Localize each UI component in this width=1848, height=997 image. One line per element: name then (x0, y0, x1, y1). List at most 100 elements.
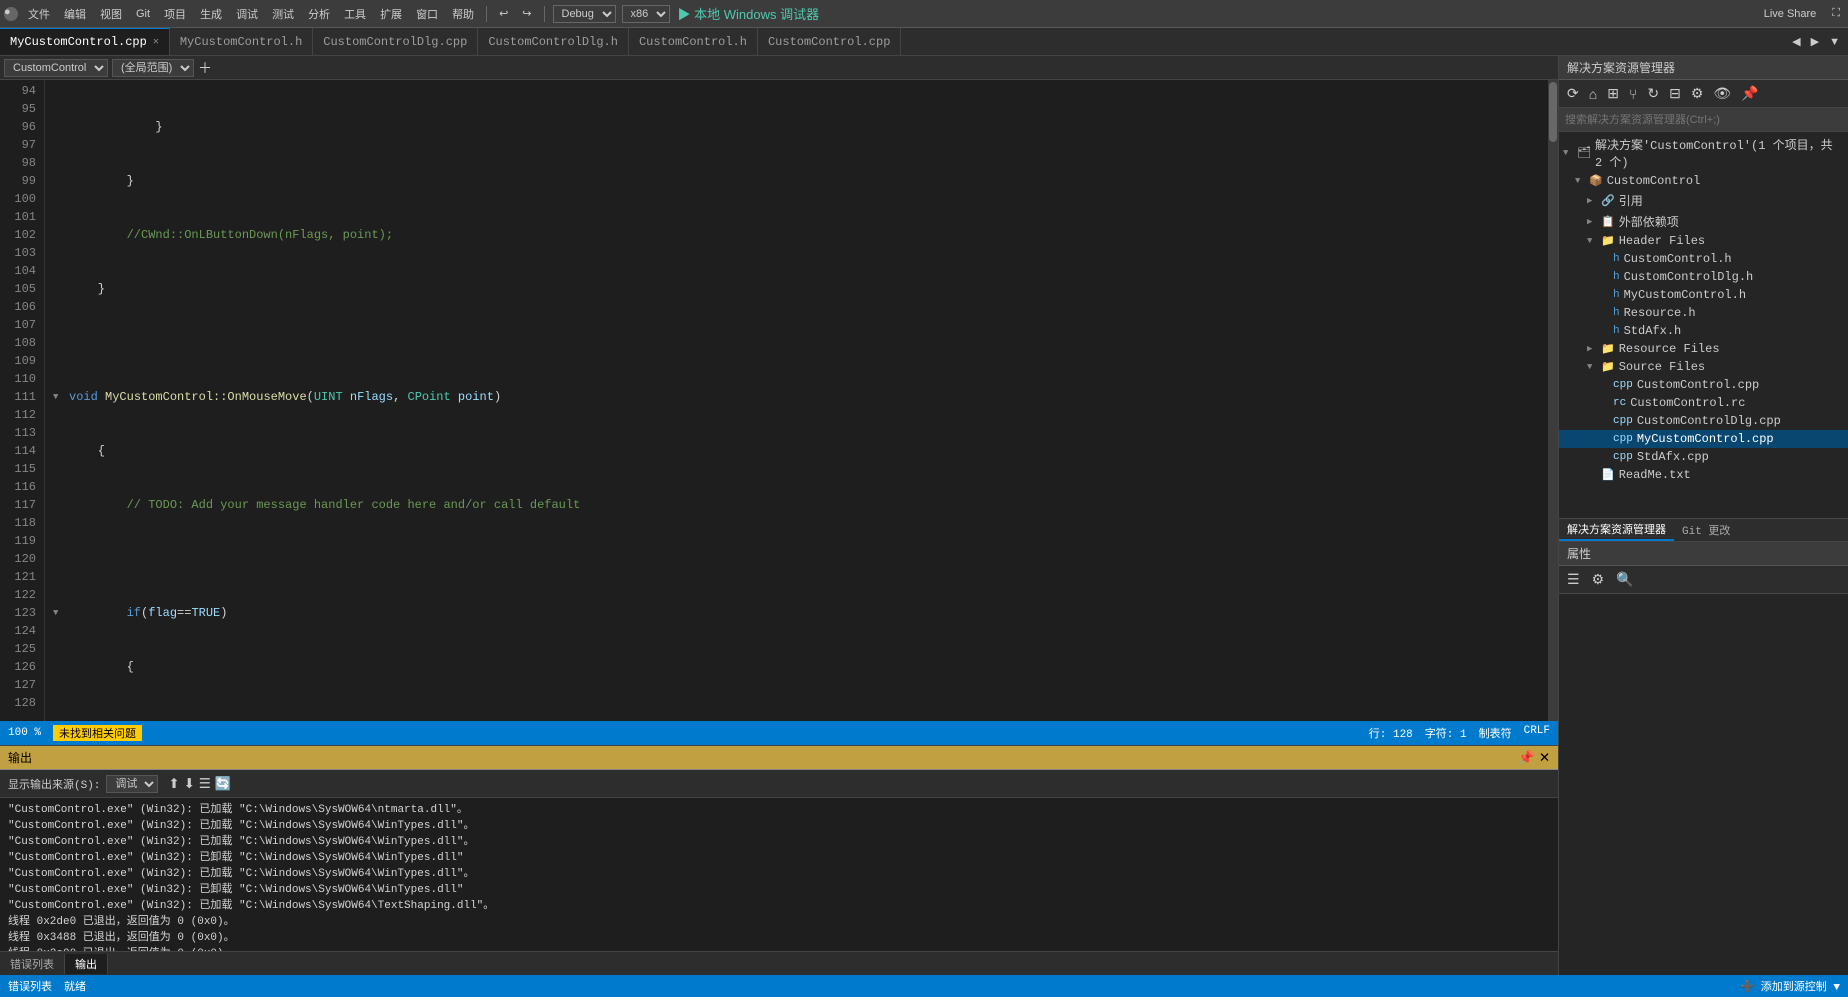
tree-item-header-files[interactable]: ▼ 📁 Header Files (1559, 232, 1848, 250)
output-tool-btn4[interactable]: 🔄 (215, 776, 232, 792)
tree-item-resource-files[interactable]: ▶ 📁 Resource Files (1559, 340, 1848, 358)
sidebar-search-input[interactable] (1565, 114, 1842, 126)
tree-item-readme[interactable]: 📄 ReadMe.txt (1559, 466, 1848, 484)
help-menu[interactable]: 帮助 (448, 5, 478, 23)
project-menu[interactable]: 项目 (160, 5, 190, 23)
tree-item-stdafx-h[interactable]: h StdAfx.h (1559, 322, 1848, 340)
tree-item-customcontrol-rc[interactable]: rc CustomControl.rc (1559, 394, 1848, 412)
code-content[interactable]: } } //CWnd::OnLButtonDown(nFlags, point)… (45, 80, 1548, 721)
sb-home-btn[interactable]: ⌂ (1585, 84, 1601, 104)
tab-mycustomcontrol-cpp[interactable]: MyCustomControl.cpp ✕ (0, 28, 170, 55)
tree-item-mycustomcontrol-h[interactable]: h MyCustomControl.h (1559, 286, 1848, 304)
maximize-btn[interactable]: ⛶ (1828, 6, 1844, 21)
output-close-btn[interactable]: ✕ (1539, 750, 1550, 766)
tab-error-list[interactable]: 错误列表 (0, 954, 65, 974)
file-label: CustomControl.h (1624, 252, 1732, 266)
code-line (53, 334, 1548, 352)
tree-item-customcontroldlg-h[interactable]: h CustomControlDlg.h (1559, 268, 1848, 286)
edit-menu[interactable]: 编辑 (60, 5, 90, 23)
tree-item-source-files[interactable]: ▼ 📁 Source Files (1559, 358, 1848, 376)
sidebar-title: 解决方案资源管理器 (1559, 56, 1848, 80)
code-line: //CWnd::OnLButtonDown(nFlags, point); (53, 226, 1548, 244)
code-line: } (53, 280, 1548, 298)
class-select[interactable]: CustomControl (4, 59, 108, 77)
output-tool-btn2[interactable]: ⬇ (184, 776, 195, 792)
sb-collapse-btn[interactable]: ⊟ (1665, 83, 1685, 104)
tab-close-mycustomcontrol-cpp[interactable]: ✕ (153, 36, 159, 48)
live-share-btn[interactable]: Live Share (1760, 7, 1821, 21)
file-menu[interactable]: 文件 (24, 5, 54, 23)
tab-customcontroldlg-h[interactable]: CustomControlDlg.h (478, 28, 629, 55)
output-source-select[interactable]: 调试 (106, 775, 158, 793)
file-label: CustomControl.rc (1630, 396, 1745, 410)
redo-btn[interactable]: ↪ (518, 6, 535, 21)
props-btn1[interactable]: ☰ (1563, 569, 1584, 590)
tab-scroll-right[interactable]: ▶ (1807, 34, 1823, 49)
debug-menu[interactable]: 调试 (232, 5, 262, 23)
ref-icon: 🔗 (1601, 194, 1615, 208)
sb-filter-btn[interactable]: ⊞ (1603, 83, 1623, 104)
tree-item-resource-h[interactable]: h Resource.h (1559, 304, 1848, 322)
test-menu[interactable]: 测试 (268, 5, 298, 23)
editor-scrollbar[interactable] (1548, 80, 1558, 721)
sb-git-btn[interactable]: ⑂ (1625, 84, 1641, 104)
tab-list-btn[interactable]: ▼ (1825, 35, 1844, 49)
hdr-icon: 📁 (1601, 234, 1615, 248)
tree-item-customcontrol-cpp[interactable]: cpp CustomControl.cpp (1559, 376, 1848, 394)
extensions-menu[interactable]: 扩展 (376, 5, 406, 23)
tree-item-stdafx-cpp[interactable]: cpp StdAfx.cpp (1559, 448, 1848, 466)
props-btn2[interactable]: ⚙ (1588, 569, 1609, 590)
sb-view-btn[interactable]: 👁 (1709, 83, 1735, 104)
tree-item-customcontrol-h[interactable]: h CustomControl.h (1559, 250, 1848, 268)
scope-select[interactable]: (全局范围) (112, 59, 194, 77)
res-arrow: ▶ (1587, 344, 1597, 354)
props-btn3[interactable]: 🔍 (1612, 569, 1637, 590)
tab-label: MyCustomControl.cpp (10, 35, 147, 49)
solution-tree: ▼ 🗂 解决方案'CustomControl'(1 个项目，共 2 个) ▼ 📦… (1559, 132, 1848, 518)
tab-customcontroldlg-cpp[interactable]: CustomControlDlg.cpp (313, 28, 478, 55)
tree-item-solution[interactable]: ▼ 🗂 解决方案'CustomControl'(1 个项目，共 2 个) (1559, 134, 1848, 172)
output-tool-btn1[interactable]: ⬆ (168, 776, 179, 792)
tree-item-references[interactable]: ▶ 🔗 引用 (1559, 190, 1848, 211)
tree-item-project[interactable]: ▼ 📦 CustomControl (1559, 172, 1848, 190)
build-menu[interactable]: 生成 (196, 5, 226, 23)
sidebar-search-bar (1559, 108, 1848, 132)
tree-item-mycustomcontrol-cpp[interactable]: cpp MyCustomControl.cpp (1559, 430, 1848, 448)
sb-pin-btn[interactable]: 📌 (1737, 83, 1762, 104)
git-menu[interactable]: Git (132, 7, 154, 21)
add-scope-btn[interactable]: ＋ (198, 58, 212, 78)
undo-btn[interactable]: ↩ (495, 6, 512, 21)
tab-solution-explorer[interactable]: 解决方案资源管理器 (1559, 519, 1674, 541)
window-menu[interactable]: 窗口 (412, 5, 442, 23)
sb-refresh-btn[interactable]: ↻ (1643, 83, 1663, 104)
tab-git-changes[interactable]: Git 更改 (1674, 520, 1738, 540)
output-line: "CustomControl.exe" (Win32): 已卸载 "C:\Win… (8, 882, 1550, 898)
tab-output[interactable]: 输出 (65, 954, 108, 974)
output-pin-btn[interactable]: 📌 (1518, 750, 1535, 766)
tree-item-customcontroldlg-cpp[interactable]: cpp CustomControlDlg.cpp (1559, 412, 1848, 430)
properties-area (1559, 594, 1848, 976)
tools-menu[interactable]: 工具 (340, 5, 370, 23)
tab-label: CustomControl.cpp (768, 35, 890, 49)
run-button[interactable]: ▶ 本地 Windows 调试器 (676, 4, 822, 23)
tab-customcontrol-cpp[interactable]: CustomControl.cpp (758, 28, 901, 55)
tree-item-external-deps[interactable]: ▶ 📋 外部依赖项 (1559, 211, 1848, 232)
sb-sync-btn[interactable]: ⟳ (1563, 83, 1583, 104)
sb-settings-btn[interactable]: ⚙ (1687, 83, 1708, 104)
tab-customcontrol-h[interactable]: CustomControl.h (629, 28, 758, 55)
analyze-menu[interactable]: 分析 (304, 5, 334, 23)
res-label: Resource Files (1619, 342, 1720, 356)
output-tool-btn3[interactable]: ☰ (199, 776, 211, 792)
project-icon: 📦 (1589, 174, 1603, 188)
tab-mycustomcontrol-h[interactable]: MyCustomControl.h (170, 28, 313, 55)
zoom-level[interactable]: 100 % (8, 727, 41, 739)
status-col: 字符: 1 (1425, 725, 1467, 741)
view-menu[interactable]: 视图 (96, 5, 126, 23)
code-line: } (53, 172, 1548, 190)
src-icon: 📁 (1601, 360, 1615, 374)
output-content: "CustomControl.exe" (Win32): 已加载 "C:\Win… (0, 798, 1558, 951)
platform-select[interactable]: x86x86 (622, 5, 670, 23)
tab-scroll-left[interactable]: ◀ (1788, 34, 1804, 49)
debug-config-select[interactable]: DebugDebug (553, 5, 616, 23)
hdr-label: Header Files (1619, 234, 1705, 248)
